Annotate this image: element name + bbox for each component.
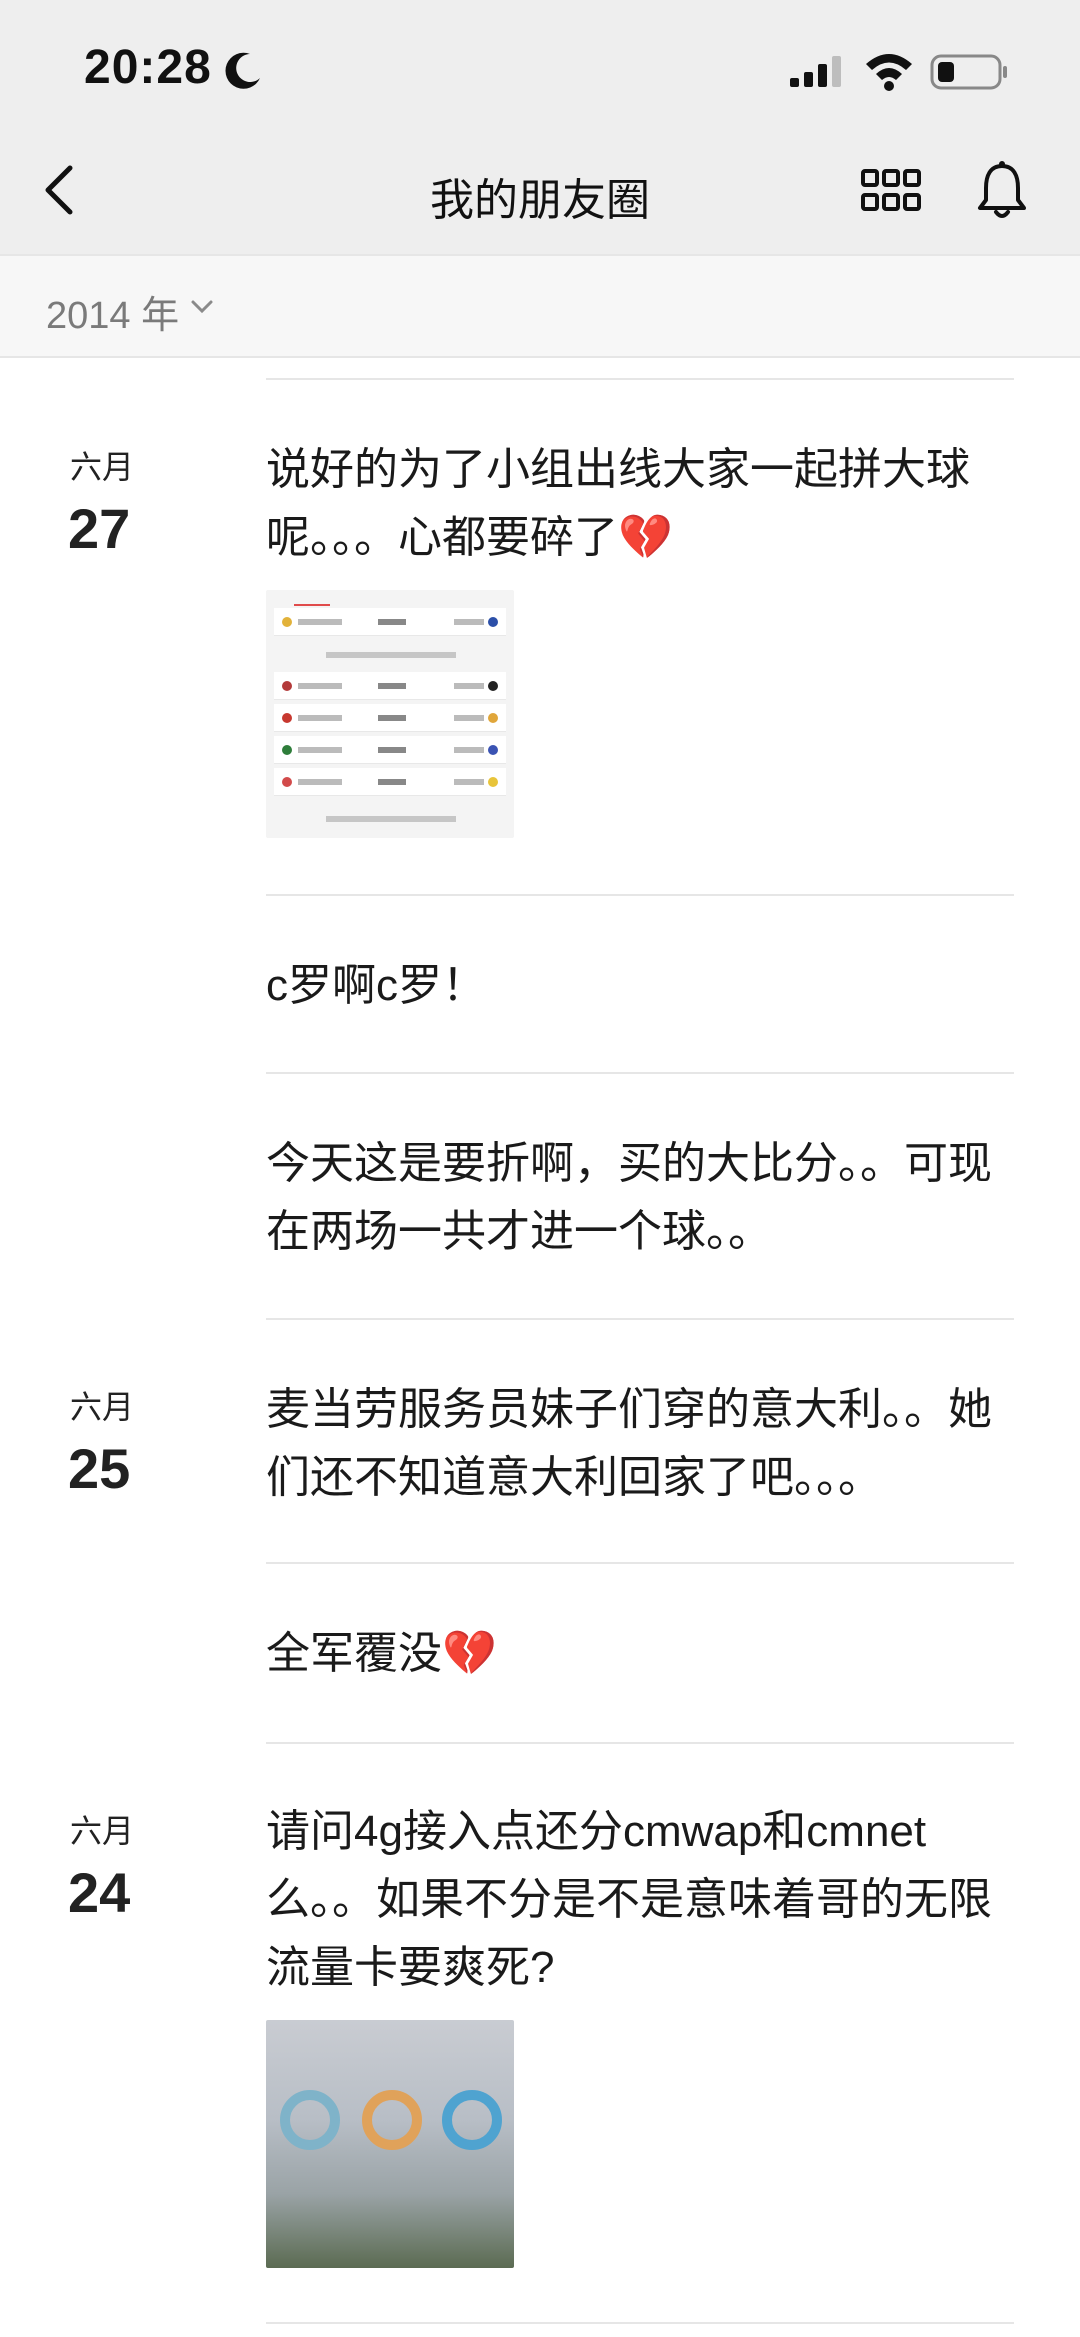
battery-icon	[930, 54, 1007, 90]
moon-icon	[225, 52, 260, 89]
post-image[interactable]	[266, 590, 514, 838]
divider	[266, 1562, 1014, 1564]
thumb-row	[274, 704, 506, 732]
thumb-tab-indicator	[294, 604, 330, 606]
post-month: 六月	[70, 449, 135, 485]
wifi-icon	[866, 54, 912, 91]
year-filter[interactable]: 2014 年	[0, 254, 1080, 358]
divider	[266, 2322, 1014, 2324]
thumb-ring	[442, 2090, 502, 2150]
thumb-row	[274, 736, 506, 764]
divider	[266, 894, 1014, 896]
post-text[interactable]: 麦当劳服务员妹子们穿的意大利。。她们还不知道意大利回家了吧。。。	[266, 1376, 1026, 1512]
thumb-subtitle	[326, 816, 456, 822]
chevron-down-icon	[191, 300, 213, 314]
thumb-ring	[280, 2090, 340, 2150]
post-day: 27	[68, 497, 131, 560]
post-text[interactable]: 今天这是要折啊，买的大比分。。可现在两场一共才进一个球。。	[266, 1130, 1016, 1266]
thumb-row	[274, 608, 506, 636]
bell-icon[interactable]	[976, 160, 1028, 222]
divider	[266, 1742, 1014, 1744]
divider	[266, 378, 1014, 380]
divider	[266, 1072, 1014, 1074]
status-time: 20:28	[84, 41, 212, 94]
post-day: 24	[68, 1861, 131, 1924]
post-day: 25	[68, 1437, 131, 1500]
post-image[interactable]	[266, 2020, 514, 2268]
signal-icon	[790, 56, 841, 87]
post-text[interactable]: 全军覆没💔	[266, 1620, 1026, 1688]
post-text[interactable]: 请问4g接入点还分cmwap和cmnet么。。如果不分是不是意味着哥的无限流量卡…	[266, 1798, 1014, 2002]
thumb-ring	[362, 2090, 422, 2150]
thumb-subtitle	[326, 652, 456, 658]
divider	[266, 1318, 1014, 1320]
post-month: 六月	[70, 1813, 135, 1849]
post-text[interactable]: 说好的为了小组出线大家一起拼大球呢。。。心都要碎了💔	[266, 436, 1022, 572]
grid-icon[interactable]	[860, 168, 922, 212]
post-text[interactable]: c罗啊c罗！	[266, 952, 1026, 1020]
post-month: 六月	[70, 1389, 135, 1425]
thumb-row	[274, 672, 506, 700]
thumb-row	[274, 768, 506, 796]
year-filter-label: 2014 年	[46, 295, 180, 337]
top-header: 20:28 我的朋友圈	[0, 0, 1080, 254]
